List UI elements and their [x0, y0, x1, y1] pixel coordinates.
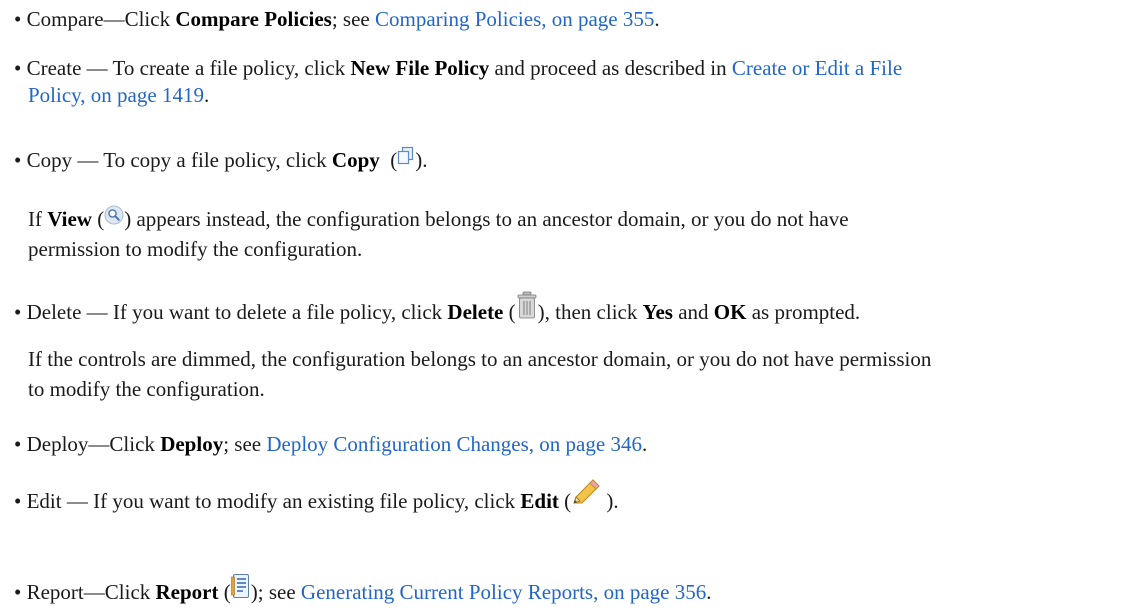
compare-policies-bold: Compare Policies: [175, 7, 332, 31]
delete-and: and: [678, 299, 709, 324]
create-label: Create — To create a file policy, click: [26, 56, 346, 80]
bullet-edit: • Edit — If you want to modify an existi…: [14, 479, 619, 520]
edit-close-paren: ).: [606, 488, 619, 513]
view-rest: ) appears instead, the configuration bel…: [124, 207, 849, 231]
view-line2: permission to modify the configuration.: [28, 237, 363, 261]
bullet-glyph: •: [14, 7, 22, 31]
generating-policy-reports-link[interactable]: Generating Current Policy Reports, on pa…: [301, 580, 706, 604]
comparing-policies-link[interactable]: Comparing Policies, on page 355: [375, 7, 654, 31]
bullet-glyph: •: [14, 488, 22, 513]
report-label: Report—Click: [26, 579, 151, 604]
report-bold: Report: [155, 579, 219, 604]
create-end: .: [203, 83, 210, 107]
delete-close-text: ), then click: [537, 299, 638, 324]
yes-bold: Yes: [642, 299, 673, 324]
bullet-glyph: •: [14, 56, 22, 80]
new-file-policy-bold: New File Policy: [350, 56, 490, 80]
copy-label: Copy — To copy a file policy, click: [26, 148, 327, 172]
magnifier-icon[interactable]: [104, 205, 124, 231]
delete-note-line2-wrap: to modify the configuration.: [28, 376, 265, 402]
bullet-glyph: •: [14, 299, 22, 324]
copy-icon[interactable]: [397, 146, 415, 172]
deploy-bold: Deploy: [160, 432, 224, 456]
bullet-report: • Report—Click Report ( ); see Generating…: [14, 574, 712, 610]
edit-bold: Edit: [520, 488, 559, 513]
edit-open-paren: (: [564, 488, 572, 513]
delete-bold: Delete: [447, 299, 504, 324]
copy-open-paren: (: [390, 148, 398, 172]
bullet-glyph: •: [14, 432, 22, 456]
delete-note-line1: If the controls are dimmed, the configur…: [28, 347, 932, 371]
report-close-text: ); see: [250, 579, 296, 604]
deploy-end: .: [641, 432, 648, 456]
view-bold: View: [47, 207, 92, 231]
bullet-glyph: •: [14, 579, 22, 604]
bullet-compare: • Compare—Click Compare Policies; see Co…: [14, 6, 660, 32]
copy-view-note: If View ( ) appears instead, the configur…: [28, 205, 849, 234]
delete-note-line2: to modify the configuration.: [28, 377, 265, 401]
bullet-glyph: •: [14, 148, 22, 172]
create-mid: and proceed as described in: [494, 56, 727, 80]
bullet-delete: • Delete — If you want to delete a file …: [14, 291, 861, 331]
delete-open-paren: (: [508, 299, 516, 324]
report-open-paren: (: [223, 579, 231, 604]
deploy-label: Deploy—Click: [26, 432, 155, 456]
pencil-icon[interactable]: [571, 478, 601, 512]
edit-label: Edit — If you want to modify an existing…: [26, 488, 516, 513]
deploy-configuration-changes-link[interactable]: Deploy Configuration Changes, on page 34…: [266, 432, 642, 456]
view-open-paren: (: [97, 207, 105, 231]
ok-bold: OK: [713, 299, 747, 324]
bullet-copy: • Copy — To copy a file policy, click Co…: [14, 147, 428, 175]
deploy-mid: ; see: [223, 432, 262, 456]
bullet-deploy: • Deploy—Click Deploy; see Deploy Config…: [14, 431, 647, 457]
create-edit-file-policy-link-cont[interactable]: Policy, on page 1419: [28, 83, 204, 107]
report-end: .: [706, 579, 712, 604]
report-icon[interactable]: [230, 573, 251, 605]
copy-view-note-line2: permission to modify the configuration.: [28, 236, 362, 262]
trash-icon[interactable]: [516, 291, 538, 325]
compare-label: Compare—Click: [26, 7, 171, 31]
copy-bold: Copy: [331, 148, 380, 172]
create-continuation: Policy, on page 1419.: [28, 82, 209, 108]
delete-label: Delete — If you want to delete a file po…: [26, 299, 443, 324]
copy-close-paren: ).: [415, 148, 428, 172]
compare-end: .: [654, 7, 660, 31]
delete-note: If the controls are dimmed, the configur…: [28, 346, 931, 372]
bullet-create: • Create — To create a file policy, clic…: [14, 55, 902, 81]
document-page: { "compare": { "bullet": "•", "label": "…: [0, 0, 1142, 613]
compare-mid: ; see: [331, 7, 370, 31]
delete-end: as prompted.: [751, 299, 861, 324]
view-pre: If: [28, 207, 42, 231]
create-edit-file-policy-link[interactable]: Create or Edit a File: [732, 56, 902, 80]
